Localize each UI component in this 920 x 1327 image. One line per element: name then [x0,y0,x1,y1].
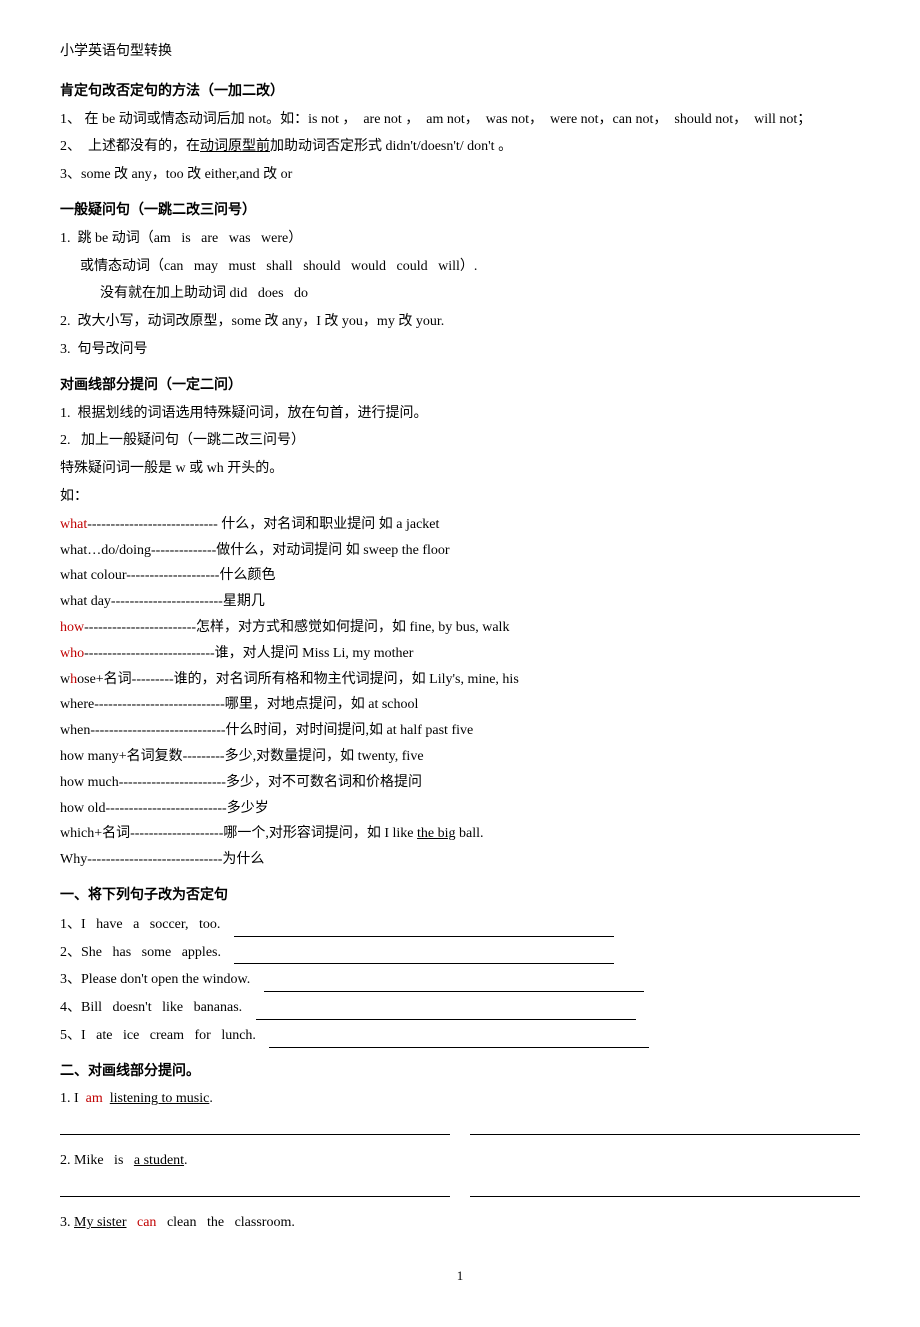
page-title: 小学英语句型转换 [60,40,860,64]
ex1-item1: 1、I have a soccer, too. [60,912,860,937]
section1-item1: 1、 在 be 动词或情态动词后加 not。如：is not ， are not… [60,108,860,132]
ex2-item3: 3. My sister can clean the classroom. [60,1211,860,1235]
section2-item5: 3. 句号改问号 [60,338,860,362]
keyword-why: Why-----------------------------为什么 [60,848,860,872]
section3-item3: 特殊疑问词一般是 w 或 wh 开头的。 [60,457,860,481]
ex2-item1-answer-lines [60,1119,860,1135]
section2-item4: 2. 改大小写，动词改原型，some 改 any，I 改 you，my 改 yo… [60,310,860,334]
ex2-item2-line2 [470,1181,860,1197]
keyword-what-colour: what colour--------------------什么颜色 [60,564,860,588]
ex1-item2: 2、She has some apples. [60,940,860,965]
section2-item1: 1. 跳 be 动词（am is are was were） [60,227,860,251]
keyword-which: which+名词--------------------哪一个,对形容词提问，如… [60,822,860,846]
ex2-item2-underline: a student [134,1153,184,1168]
section1-item2: 2、 上述都没有的，在动词原型前加助动词否定形式 didn't/doesn't/… [60,135,860,159]
ex2-item2-answer-lines [60,1181,860,1197]
keyword-how-much: how much-----------------------多少，对不可数名词… [60,771,860,795]
exercise2: 二、对画线部分提问。 1. I am listening to music. 2… [60,1060,860,1235]
section1-item3: 3、some 改 any，too 改 either,and 改 or [60,163,860,187]
keyword-when: when-----------------------------什么时间，对时… [60,719,860,743]
section3-heading: 对画线部分提问（一定二问） [60,374,860,398]
section3-item4: 如： [60,485,860,509]
keyword-how: how ------------------------怎样，对方式和感觉如何提… [60,616,860,640]
section2-item3: 没有就在加上助动词 did does do [100,282,860,306]
ex2-item1-line1 [60,1119,450,1135]
keyword-where: where----------------------------哪里，对地点提… [60,693,860,717]
keyword-whose: whose+名词---------谁的，对名词所有格和物主代词提问，如 Lily… [60,668,860,692]
section1-heading: 肯定句改否定句的方法（一加二改） [60,80,860,104]
section2-item2: 或情态动词（can may must shall should would co… [80,255,860,279]
page-number: 1 [60,1265,860,1287]
ex2-item3-can: can [137,1215,156,1230]
keyword-what: what ---------------------------- 什么，对名词… [60,513,860,537]
section1: 肯定句改否定句的方法（一加二改） 1、 在 be 动词或情态动词后加 not。如… [60,80,860,187]
ex2-item1-line2 [470,1119,860,1135]
exercise1: 一、将下列句子改为否定句 1、I have a soccer, too. 2、S… [60,884,860,1048]
ex2-item1-am: am [86,1091,103,1106]
ex2-item2: 2. Mike is a student. [60,1149,860,1173]
section3: 对画线部分提问（一定二问） 1. 根据划线的词语选用特殊疑问词，放在句首，进行提… [60,374,860,509]
ex2-item1: 1. I am listening to music. [60,1087,860,1111]
ex1-item3: 3、Please don't open the window. [60,967,860,992]
ex2-item2-line1 [60,1181,450,1197]
keyword-what-day: what day------------------------星期几 [60,590,860,614]
ex1-item4: 4、Bill doesn't like bananas. [60,995,860,1020]
kw-what: what [60,513,87,537]
exercise2-heading: 二、对画线部分提问。 [60,1060,860,1084]
keyword-who: who----------------------------谁，对人提问 Mi… [60,642,860,666]
section2-heading: 一般疑问句（一跳二改三问号） [60,199,860,223]
ex1-item5: 5、I ate ice cream for lunch. [60,1023,860,1048]
keywords-list: what ---------------------------- 什么，对名词… [60,513,860,872]
ex2-item3-underline: My sister [74,1215,127,1230]
ex2-item1-underline: listening to music [110,1091,210,1106]
keyword-what-do: what…do/doing--------------做什么，对动词提问 如 s… [60,539,860,563]
keyword-how-old: how old--------------------------多少岁 [60,797,860,821]
section2: 一般疑问句（一跳二改三问号） 1. 跳 be 动词（am is are was … [60,199,860,362]
section3-item2: 2. 加上一般疑问句（一跳二改三问号） [60,429,860,453]
exercise1-heading: 一、将下列句子改为否定句 [60,884,860,908]
section3-item1: 1. 根据划线的词语选用特殊疑问词，放在句首，进行提问。 [60,402,860,426]
keyword-how-many: how many+名词复数---------多少,对数量提问，如 twenty,… [60,745,860,769]
